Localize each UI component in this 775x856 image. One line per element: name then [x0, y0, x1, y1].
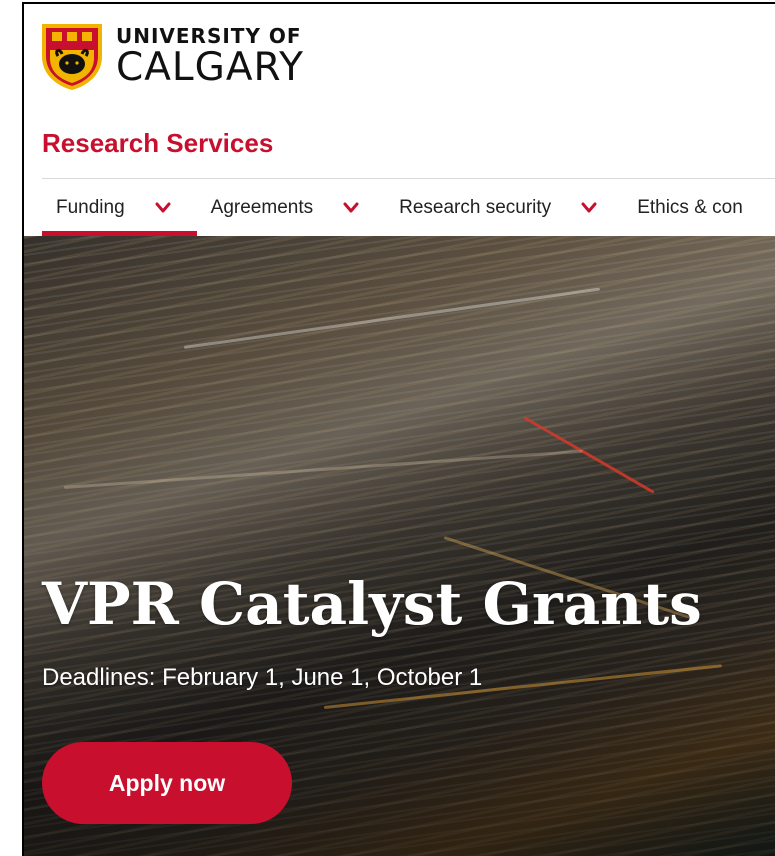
hero-banner: VPR Catalyst Grants Deadlines: February …	[24, 236, 775, 856]
hero-background-streak	[183, 287, 601, 349]
nav-item-research-security[interactable]: Research security	[383, 180, 597, 236]
hero-background-streak	[63, 449, 583, 489]
site-title-link[interactable]: Research Services	[42, 128, 273, 159]
nav-item-ethics[interactable]: Ethics & con	[621, 180, 743, 236]
hero-deadlines: Deadlines: February 1, June 1, October 1	[42, 664, 483, 691]
nav-item-label: Research security	[399, 197, 552, 218]
hero-title: VPR Catalyst Grants	[42, 570, 702, 638]
nav-item-agreements[interactable]: Agreements	[195, 180, 359, 236]
nav-item-funding[interactable]: Funding	[42, 180, 197, 236]
chevron-down-icon[interactable]	[155, 202, 171, 214]
header-divider	[42, 178, 775, 179]
university-crest-icon	[42, 24, 102, 90]
apply-now-button[interactable]: Apply now	[42, 742, 292, 824]
nav-item-label: Funding	[56, 197, 125, 218]
university-logo-link[interactable]: UNIVERSITY OF CALGARY	[40, 22, 304, 90]
chevron-down-icon[interactable]	[581, 202, 597, 214]
logo-text-line2: CALGARY	[116, 44, 304, 90]
site-header: UNIVERSITY OF CALGARY Research Services …	[24, 4, 775, 236]
browser-viewport: UNIVERSITY OF CALGARY Research Services …	[22, 2, 775, 856]
chevron-down-icon[interactable]	[343, 202, 359, 214]
main-nav: Funding Agreements Research security Eth…	[42, 180, 767, 236]
nav-item-label: Agreements	[210, 197, 314, 218]
nav-item-label: Ethics & con	[637, 197, 743, 218]
logo-text-line1: UNIVERSITY OF	[116, 23, 302, 48]
